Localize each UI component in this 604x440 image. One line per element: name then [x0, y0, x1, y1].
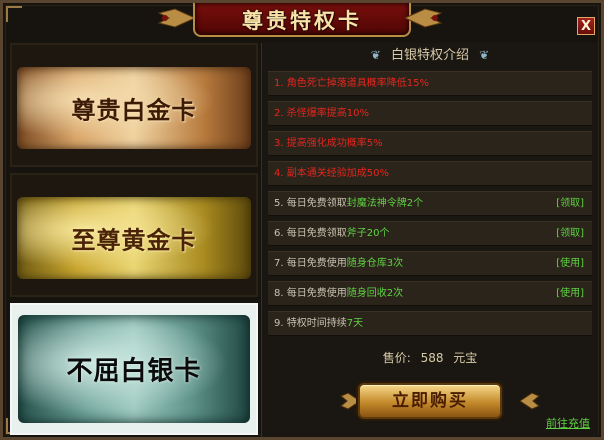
card-tab-gold[interactable]: 至尊黄金卡 [10, 173, 258, 297]
claim-button[interactable]: [领取] [556, 222, 584, 246]
item-text: 4. 副本通关经验加成50% [274, 168, 389, 179]
list-item: 4. 副本通关经验加成50% [268, 161, 592, 186]
item-text: 9. 特权时间持续 [274, 318, 347, 329]
privilege-list: 1. 角色死亡掉落道具概率降低15% 2. 杀怪爆率提高10% 3. 提高强化成… [268, 71, 592, 341]
item-highlight: 随身仓库3次 [346, 258, 404, 269]
card-tab-platinum[interactable]: 尊贵白金卡 [10, 43, 258, 167]
wing-icon: ❦ [370, 48, 381, 62]
card-face: 尊贵白金卡 [17, 67, 251, 149]
button-ornament-icon [520, 392, 540, 410]
price-value: 588 [420, 351, 444, 365]
title-banner: 尊贵特权卡 [155, 3, 445, 37]
privilege-detail-panel: ❦ 白银特权介绍 ❦ 1. 角色死亡掉落道具概率降低15% 2. 杀怪爆率提高1… [261, 43, 598, 437]
price-label: 售价: [382, 351, 411, 365]
item-highlight: 斧子20个 [346, 228, 390, 239]
item-text: 1. 角色死亡掉落道具概率降低15% [274, 78, 429, 89]
item-text: 8. 每日免费使用 [274, 288, 347, 299]
card-list: 尊贵白金卡 至尊黄金卡 不屈白银卡 [10, 43, 258, 437]
title-ornament-icon [157, 8, 195, 28]
price-line: 售价: 588 元宝 [262, 349, 598, 366]
item-text: 2. 杀怪爆率提高10% [274, 108, 369, 119]
close-button[interactable]: X [577, 17, 595, 35]
item-text: 3. 提高强化成功概率5% [274, 138, 383, 149]
wing-icon: ❦ [479, 48, 490, 62]
card-face: 至尊黄金卡 [17, 197, 251, 279]
window-title: 尊贵特权卡 [242, 8, 362, 33]
list-item: 1. 角色死亡掉落道具概率降低15% [268, 71, 592, 96]
frame-corner [6, 6, 22, 22]
recharge-link[interactable]: 前往充值 [546, 415, 590, 431]
card-face: 不屈白银卡 [18, 315, 250, 423]
title-plate: 尊贵特权卡 [193, 3, 411, 37]
buy-now-button[interactable]: 立即购买 [358, 383, 502, 419]
list-item: 7. 每日免费使用随身仓库3次 [使用] [268, 251, 592, 276]
list-item: 6. 每日免费领取斧子20个 [领取] [268, 221, 592, 246]
list-item: 9. 特权时间持续7天 [268, 311, 592, 336]
list-item: 2. 杀怪爆率提高10% [268, 101, 592, 126]
item-highlight: 封魔法神令牌2个 [346, 198, 424, 209]
item-highlight: 7天 [346, 318, 364, 329]
item-text: 6. 每日免费领取 [274, 228, 347, 239]
privilege-card-window: 尊贵特权卡 X 尊贵白金卡 至尊黄金卡 不屈白银卡 ❦ 白银特权介绍 ❦ 1. … [0, 0, 604, 440]
claim-button[interactable]: [领取] [556, 192, 584, 216]
card-label: 不屈白银卡 [66, 356, 202, 387]
panel-header: ❦ 白银特权介绍 ❦ [262, 43, 598, 67]
list-item: 3. 提高强化成功概率5% [268, 131, 592, 156]
use-button[interactable]: [使用] [556, 252, 584, 276]
title-ornament-icon [405, 8, 443, 28]
item-text: 5. 每日免费领取 [274, 198, 347, 209]
price-unit: 元宝 [453, 351, 478, 365]
button-ornament-icon [340, 392, 360, 410]
card-label: 尊贵白金卡 [71, 95, 197, 125]
use-button[interactable]: [使用] [556, 282, 584, 306]
item-text: 7. 每日免费使用 [274, 258, 347, 269]
item-highlight: 随身回收2次 [346, 288, 404, 299]
card-label: 至尊黄金卡 [71, 225, 197, 255]
card-tab-silver[interactable]: 不屈白银卡 [10, 303, 258, 435]
panel-title: 白银特权介绍 [390, 48, 469, 63]
list-item: 8. 每日免费使用随身回收2次 [使用] [268, 281, 592, 306]
list-item: 5. 每日免费领取封魔法神令牌2个 [领取] [268, 191, 592, 216]
